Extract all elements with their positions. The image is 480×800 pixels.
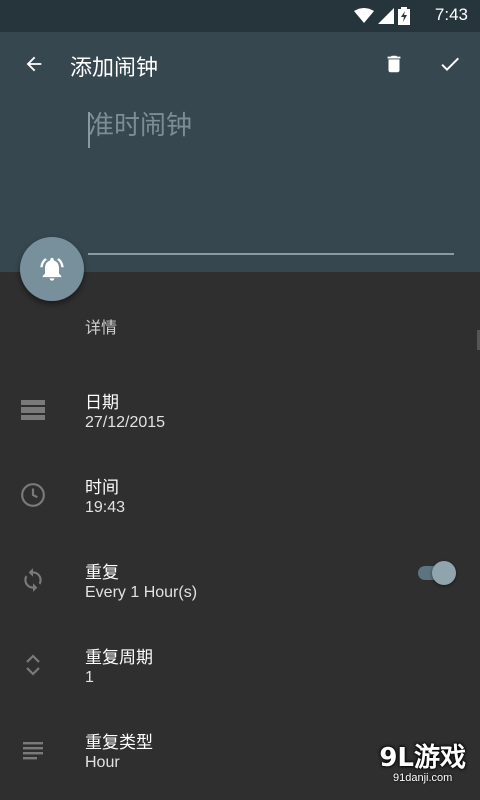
alarm-name-input[interactable] bbox=[88, 108, 454, 144]
repeat-row[interactable]: 重复 Every 1 Hour(s) bbox=[0, 558, 480, 628]
alarm-header: 添加闹钟 bbox=[0, 32, 480, 272]
status-bar: 7:43 bbox=[0, 0, 480, 32]
battery-icon bbox=[398, 7, 410, 25]
status-time: 7:43 bbox=[434, 5, 468, 24]
list-icon bbox=[18, 735, 48, 765]
details-section-label: 详情 bbox=[85, 318, 118, 337]
text-cursor bbox=[88, 112, 90, 148]
status-icons bbox=[354, 7, 410, 25]
arrow-back-icon bbox=[26, 56, 42, 72]
calendar-icon bbox=[18, 395, 48, 425]
delete-icon bbox=[387, 55, 401, 73]
repeat-value: Every 1 Hour(s) bbox=[85, 584, 198, 601]
repeat-type-title: 重复类型 bbox=[85, 733, 153, 753]
alarm-fab-button[interactable] bbox=[20, 237, 84, 301]
expand-icon bbox=[18, 650, 48, 680]
input-underline bbox=[88, 253, 454, 255]
repeat-title: 重复 bbox=[85, 563, 119, 583]
date-title: 日期 bbox=[85, 393, 119, 413]
wifi-icon bbox=[354, 8, 374, 23]
watermark: 9L游戏 91danji.com bbox=[379, 737, 466, 784]
watermark-brand: 9L游戏 bbox=[379, 743, 466, 773]
confirm-button[interactable] bbox=[426, 40, 474, 88]
repeat-type-value: Hour bbox=[85, 754, 120, 771]
repeat-period-value: 1 bbox=[85, 669, 94, 686]
time-row[interactable]: 时间 19:43 bbox=[0, 473, 480, 543]
delete-button[interactable] bbox=[370, 40, 418, 88]
date-row[interactable]: 日期 27/12/2015 bbox=[0, 388, 480, 458]
date-value: 27/12/2015 bbox=[85, 414, 166, 431]
time-title: 时间 bbox=[85, 478, 119, 498]
check-icon bbox=[441, 57, 459, 71]
repeat-toggle[interactable] bbox=[418, 561, 456, 585]
time-value: 19:43 bbox=[85, 499, 126, 516]
repeat-icon bbox=[18, 565, 48, 595]
toggle-thumb bbox=[432, 561, 456, 585]
page-title: 添加闹钟 bbox=[70, 56, 159, 81]
bell-ring-icon bbox=[40, 257, 64, 281]
repeat-period-title: 重复周期 bbox=[85, 648, 153, 668]
back-button[interactable] bbox=[10, 40, 58, 88]
repeat-period-row[interactable]: 重复周期 1 bbox=[0, 643, 480, 713]
signal-icon bbox=[378, 8, 394, 24]
clock-icon bbox=[18, 480, 48, 510]
